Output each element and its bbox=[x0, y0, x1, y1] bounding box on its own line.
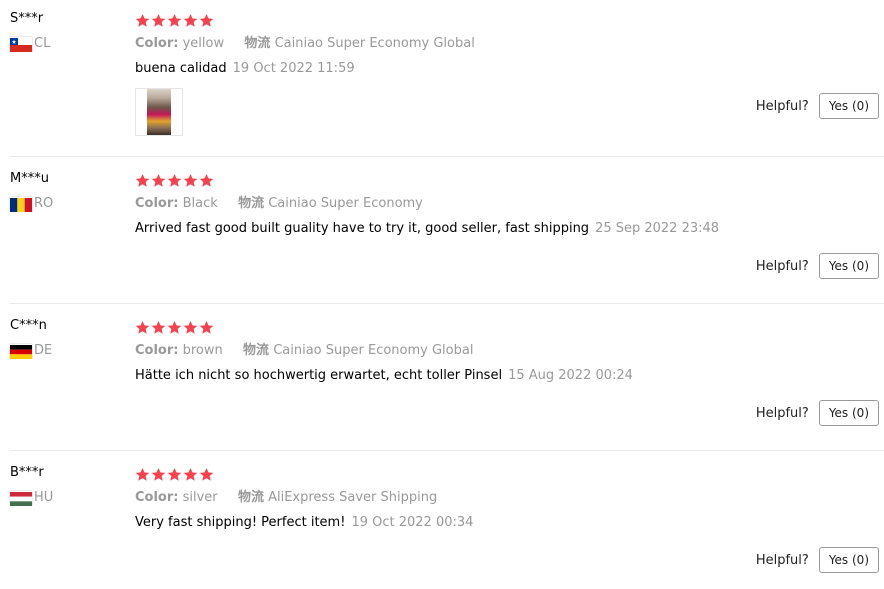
helpful-label: Helpful? bbox=[755, 552, 809, 568]
star-icon bbox=[183, 173, 198, 188]
color-value: silver bbox=[182, 490, 218, 505]
review-item: M***u RO Color: Black 物流 Cainiao Super E… bbox=[0, 157, 884, 304]
romania-flag-icon bbox=[10, 197, 32, 212]
review-text: buena calidad bbox=[135, 61, 227, 76]
star-rating bbox=[135, 318, 735, 336]
star-icon bbox=[151, 320, 166, 335]
hungary-flag-icon bbox=[10, 491, 32, 506]
helpful-vote: Helpful? Yes (0) bbox=[756, 400, 879, 426]
product-attributes: Color: yellow 物流 Cainiao Super Economy G… bbox=[135, 35, 735, 53]
star-icon bbox=[199, 467, 214, 482]
review-body: Very fast shipping! Perfect item! 19 Oct … bbox=[135, 514, 735, 532]
review-date: 15 Aug 2022 00:24 bbox=[508, 368, 633, 383]
reviewer-name: B***r bbox=[10, 465, 44, 480]
product-attributes: Color: brown 物流 Cainiao Super Economy Gl… bbox=[135, 342, 735, 360]
logistics-label: 物流 bbox=[238, 196, 265, 211]
reviewer-country: CL bbox=[10, 36, 120, 52]
star-icon bbox=[183, 320, 198, 335]
chile-flag-icon bbox=[10, 37, 32, 52]
germany-flag-icon bbox=[10, 344, 32, 359]
country-code: CL bbox=[34, 36, 51, 51]
review-body: buena calidad 19 Oct 2022 11:59 bbox=[135, 60, 735, 78]
reviewer-info: B***r HU bbox=[10, 464, 120, 506]
review-text: Very fast shipping! Perfect item! bbox=[135, 515, 346, 530]
helpful-vote: Helpful? Yes (0) bbox=[756, 547, 879, 573]
logistics-label: 物流 bbox=[244, 36, 271, 51]
helpful-yes-button[interactable]: Yes (0) bbox=[818, 93, 879, 119]
review-date: 19 Oct 2022 00:34 bbox=[351, 515, 474, 530]
product-attributes: Color: silver 物流 AliExpress Saver Shippi… bbox=[135, 489, 735, 507]
star-icon bbox=[151, 467, 166, 482]
logistics-value: Cainiao Super Economy bbox=[268, 196, 423, 211]
star-icon bbox=[135, 13, 150, 28]
color-value: Black bbox=[182, 196, 218, 211]
reviewer-info: S***r CL bbox=[10, 10, 120, 52]
star-icon bbox=[135, 467, 150, 482]
review-body: Arrived fast good built guality have to … bbox=[135, 220, 735, 238]
review-content: Color: Black 物流 Cainiao Super Economy Ar… bbox=[135, 171, 735, 238]
color-label: Color: bbox=[135, 343, 179, 358]
helpful-yes-button[interactable]: Yes (0) bbox=[818, 253, 879, 279]
star-rating bbox=[135, 171, 735, 189]
star-icon bbox=[135, 320, 150, 335]
logistics-value: AliExpress Saver Shipping bbox=[268, 490, 438, 505]
logistics-value: Cainiao Super Economy Global bbox=[273, 343, 474, 358]
review-body: Hätte ich nicht so hochwertig erwartet, … bbox=[135, 367, 735, 385]
reviewer-country: DE bbox=[10, 343, 120, 359]
review-item: B***r HU Color: silver 物流 AliExpress Sav… bbox=[0, 451, 884, 589]
color-label: Color: bbox=[135, 196, 179, 211]
review-date: 25 Sep 2022 23:48 bbox=[595, 221, 720, 236]
helpful-vote: Helpful? Yes (0) bbox=[756, 253, 879, 279]
star-rating bbox=[135, 465, 735, 483]
helpful-yes-button[interactable]: Yes (0) bbox=[818, 547, 879, 573]
helpful-label: Helpful? bbox=[755, 405, 809, 421]
helpful-vote: Helpful? Yes (0) bbox=[756, 93, 879, 119]
review-text: Hätte ich nicht so hochwertig erwartet, … bbox=[135, 368, 503, 383]
star-icon bbox=[167, 320, 182, 335]
star-icon bbox=[183, 467, 198, 482]
reviewer-info: C***n DE bbox=[10, 317, 120, 359]
review-text: Arrived fast good built guality have to … bbox=[135, 221, 590, 236]
logistics-value: Cainiao Super Economy Global bbox=[274, 36, 475, 51]
country-code: RO bbox=[34, 196, 54, 211]
review-date: 19 Oct 2022 11:59 bbox=[232, 61, 355, 76]
star-icon bbox=[151, 13, 166, 28]
review-item: S***r CL Color: yellow 物流 Cainiao Super … bbox=[0, 0, 884, 157]
reviewer-info: M***u RO bbox=[10, 170, 120, 212]
country-code: DE bbox=[34, 343, 53, 358]
product-attributes: Color: Black 物流 Cainiao Super Economy bbox=[135, 195, 735, 213]
helpful-yes-button[interactable]: Yes (0) bbox=[818, 400, 879, 426]
star-icon bbox=[151, 173, 166, 188]
star-icon bbox=[199, 173, 214, 188]
color-label: Color: bbox=[135, 490, 179, 505]
reviewer-name: C***n bbox=[10, 318, 47, 333]
country-code: HU bbox=[34, 490, 54, 505]
reviewer-name: S***r bbox=[10, 11, 44, 26]
review-content: Color: silver 物流 AliExpress Saver Shippi… bbox=[135, 465, 735, 532]
helpful-label: Helpful? bbox=[755, 258, 809, 274]
star-icon bbox=[183, 13, 198, 28]
logistics-label: 物流 bbox=[243, 343, 270, 358]
star-rating bbox=[135, 11, 735, 29]
review-content: Color: brown 物流 Cainiao Super Economy Gl… bbox=[135, 318, 735, 385]
logistics-label: 物流 bbox=[237, 490, 264, 505]
review-content: Color: yellow 物流 Cainiao Super Economy G… bbox=[135, 11, 735, 136]
star-icon bbox=[199, 320, 214, 335]
star-icon bbox=[199, 13, 214, 28]
reviewer-country: HU bbox=[10, 490, 120, 506]
color-label: Color: bbox=[135, 36, 179, 51]
review-photo-thumbnail[interactable] bbox=[135, 88, 183, 136]
star-icon bbox=[167, 13, 182, 28]
star-icon bbox=[135, 173, 150, 188]
star-icon bbox=[167, 173, 182, 188]
color-value: yellow bbox=[182, 36, 225, 51]
review-photo bbox=[147, 89, 171, 135]
color-value: brown bbox=[182, 343, 223, 358]
helpful-label: Helpful? bbox=[755, 98, 809, 114]
reviewer-name: M***u bbox=[10, 171, 49, 186]
reviewer-country: RO bbox=[10, 196, 120, 212]
review-item: C***n DE Color: brown 物流 Cainiao Super E… bbox=[0, 304, 884, 451]
star-icon bbox=[167, 467, 182, 482]
